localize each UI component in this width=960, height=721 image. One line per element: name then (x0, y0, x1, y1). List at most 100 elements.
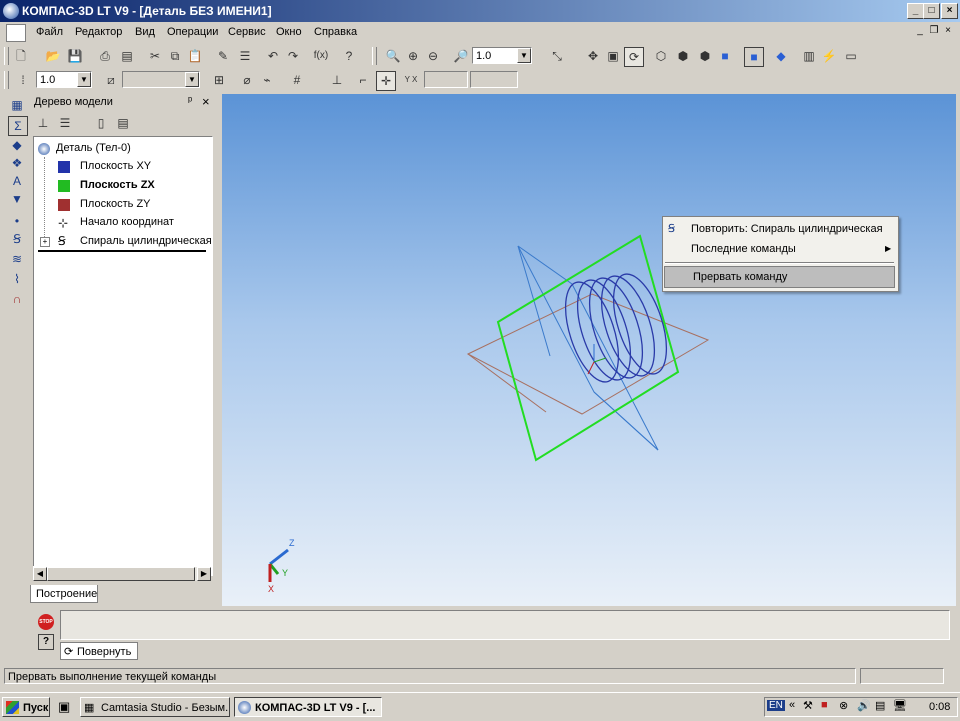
library-icon[interactable]: ⚡ (820, 47, 838, 65)
tray-computer-icon[interactable]: 🖥 (893, 699, 907, 712)
toolbar-grip[interactable] (372, 47, 377, 65)
tray-cancel-icon[interactable]: ⊗ (839, 699, 848, 712)
menu-item-repeat[interactable]: Ꞩ Повторить: Спираль цилиндрическая (663, 219, 896, 239)
polyline-icon[interactable]: ⌇ (8, 270, 26, 288)
conic-spiral-icon[interactable]: ≋ (8, 250, 26, 268)
cut-icon[interactable]: ✂ (146, 47, 164, 65)
tab-construction[interactable]: Построение (30, 585, 98, 603)
taskbar-camtasia[interactable]: ▦ Camtasia Studio - Безым... (80, 697, 230, 717)
model-viewport[interactable]: Z Y X (222, 94, 956, 606)
wireframe-icon[interactable]: ⬡ (652, 47, 670, 65)
normal-icon[interactable]: ⌁ (258, 71, 276, 89)
child-minimize-icon[interactable]: _ (914, 25, 926, 37)
tree-horizontal-scrollbar[interactable]: ◀ ▶ (33, 566, 211, 581)
zoom-icon[interactable]: 🔍 (384, 47, 402, 65)
shape-icon[interactable]: ◆ (8, 136, 26, 154)
tree-copy-icon[interactable]: ▯ (92, 114, 110, 132)
grid-step-icon[interactable]: ⁞ (14, 71, 32, 89)
tray-volume-icon[interactable]: 🔊 (857, 699, 871, 712)
open-file-icon[interactable]: 📂 (44, 47, 62, 65)
help-pointer-icon[interactable]: ? (340, 47, 358, 65)
menu-view[interactable]: Вид (135, 26, 155, 38)
tray-network-icon[interactable]: ▤ (875, 699, 885, 712)
minimize-button[interactable]: _ (907, 3, 924, 19)
spiral-icon[interactable]: Ꞩ (8, 230, 26, 248)
menu-item-recent[interactable]: Последние команды ▶ (663, 239, 896, 259)
taskbar-kompas[interactable]: КОМПАС-3D LT V9 - [... (234, 697, 382, 717)
hidden-lines-icon[interactable]: ⬢ (674, 47, 692, 65)
properties-icon[interactable]: ✎ (214, 47, 232, 65)
undo-icon[interactable]: ↶ (264, 47, 282, 65)
point-icon[interactable]: • (8, 212, 26, 230)
tree-item-plane-zx[interactable]: Плоскость ZX (80, 179, 155, 191)
tree-item-plane-xy[interactable]: Плоскость XY (80, 160, 151, 172)
tab-rotate[interactable]: ⟳ Повернуть (60, 642, 138, 660)
layer-combo[interactable]: ▼ (122, 71, 200, 88)
toolbar-grip[interactable] (4, 47, 9, 65)
print-preview-icon[interactable]: ▤ (118, 47, 136, 65)
command-field[interactable] (60, 610, 950, 640)
ortho-icon[interactable]: ⌐ (354, 71, 372, 89)
stop-icon[interactable]: STOP (38, 614, 54, 630)
paste-icon[interactable]: 📋 (186, 47, 204, 65)
layer-icon[interactable]: ⧄ (102, 71, 120, 89)
redo-icon[interactable]: ↷ (284, 47, 302, 65)
tray-record-icon[interactable]: ■ (821, 699, 828, 711)
filter-icon[interactable]: ▼ (8, 190, 26, 208)
variables-icon[interactable]: f(x) (312, 47, 330, 65)
help-icon[interactable]: ? (38, 634, 54, 650)
expand-icon[interactable]: + (40, 237, 50, 247)
start-button[interactable]: Пуск (2, 697, 50, 717)
menu-operations[interactable]: Операции (167, 26, 218, 38)
surfaces-icon[interactable]: ❖ (8, 154, 26, 172)
tree-structure-icon[interactable]: ⊥ (34, 114, 52, 132)
chevron-down-icon[interactable]: ▼ (77, 72, 91, 87)
toolbar-grip[interactable] (4, 71, 9, 89)
new-file-icon[interactable]: 🗋 (12, 47, 30, 65)
tree-item-spiral[interactable]: Спираль цилиндрическая:1 (80, 235, 212, 247)
menu-window[interactable]: Окно (276, 26, 302, 38)
snap-icon[interactable]: ✛ (376, 71, 396, 91)
shaded-icon[interactable]: ■ (716, 47, 734, 65)
scroll-right-icon[interactable]: ▶ (197, 567, 211, 581)
orientation-icon[interactable]: ⤡ (548, 47, 566, 65)
save-icon[interactable]: 💾 (66, 47, 84, 65)
coordinates-icon[interactable]: ⊥ (328, 71, 346, 89)
child-restore-icon[interactable]: ❐ (928, 25, 940, 37)
tree-item-plane-zy[interactable]: Плоскость ZY (80, 198, 151, 210)
print-icon[interactable]: ⎙ (96, 47, 114, 65)
menu-help[interactable]: Справка (314, 26, 357, 38)
list-icon[interactable]: ☰ (236, 47, 254, 65)
spline-icon[interactable]: ∩ (8, 290, 26, 308)
show-desktop-icon[interactable]: ▣ (58, 699, 74, 715)
shaded-edges-icon[interactable]: ■ (744, 47, 764, 67)
chevron-down-icon[interactable]: ▼ (185, 72, 199, 87)
tree-item-part[interactable]: Деталь (Тел-0) (56, 142, 131, 154)
geometry-icon[interactable]: ▦ (8, 96, 26, 114)
tree-item-origin[interactable]: Начало координат (80, 216, 174, 228)
tray-tool-icon[interactable]: ⚒ (803, 699, 813, 712)
step-combo[interactable]: 1.0 ▼ (36, 71, 92, 88)
cursor-coords-icon[interactable]: Y X (402, 71, 420, 89)
orientation-plane-icon[interactable]: ⌀ (238, 71, 256, 89)
manager-icon[interactable]: ▥ (800, 47, 818, 65)
child-close-icon[interactable]: × (942, 25, 954, 37)
show-all-icon[interactable]: ▣ (604, 47, 622, 65)
rollback-line[interactable] (38, 250, 206, 252)
local-cs-icon[interactable]: ⊞ (210, 71, 228, 89)
perspective-icon[interactable]: ◆ (772, 47, 790, 65)
maximize-button[interactable]: □ (923, 3, 940, 19)
hidden-thin-icon[interactable]: ⬢ (696, 47, 714, 65)
tray-arrow-icon[interactable]: « (789, 699, 795, 711)
zoom-scale-icon[interactable]: 🔎 (452, 47, 470, 65)
menu-item-abort[interactable]: Прервать команду (664, 266, 895, 288)
panel-icon[interactable]: ▭ (842, 47, 860, 65)
edit-details-icon[interactable]: Σ (8, 116, 28, 136)
zoom-combo[interactable]: 1.0 ▼ (472, 47, 532, 64)
pin-icon[interactable]: ᵖ (188, 95, 192, 107)
language-indicator[interactable]: EN (767, 700, 785, 711)
menu-editor[interactable]: Редактор (75, 26, 122, 38)
close-button[interactable]: × (941, 3, 958, 19)
tree-tab-icon[interactable]: ▤ (114, 114, 132, 132)
menu-file[interactable]: Файл (36, 26, 63, 38)
